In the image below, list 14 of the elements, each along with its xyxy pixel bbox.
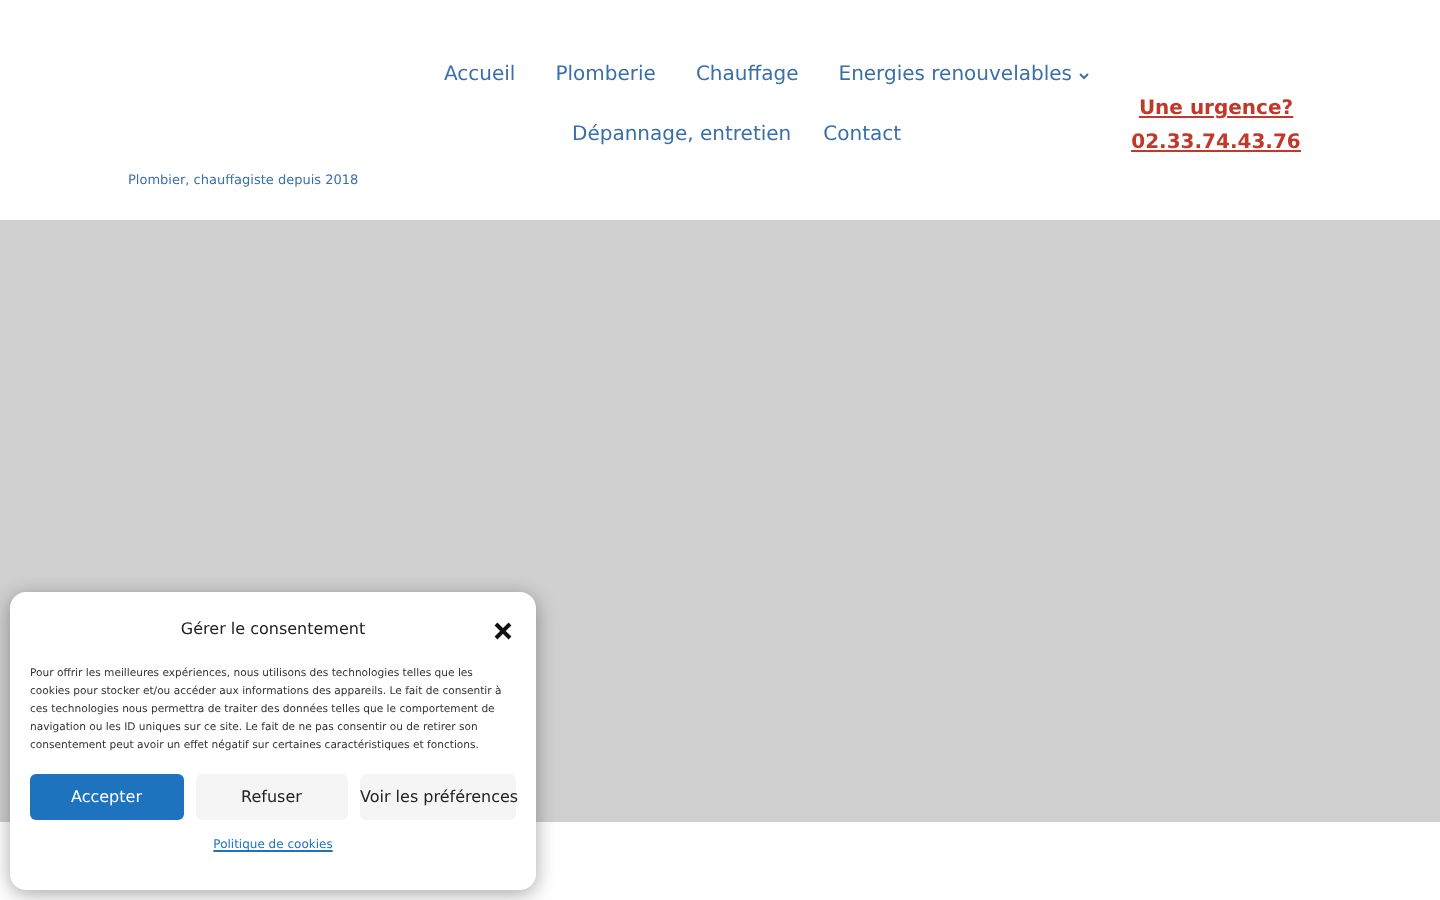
dialog-title: Gérer le consentement [180, 618, 366, 642]
close-icon[interactable] [494, 622, 512, 640]
nav-link[interactable]: Plomberie [555, 60, 656, 90]
nav-link[interactable]: Chauffage [695, 60, 799, 90]
nav-link[interactable]: Dépannage, entretien [572, 120, 792, 150]
nav-link[interactable]: Contact [823, 120, 902, 150]
nav-link[interactable]: Accueil [444, 60, 516, 90]
urgency-link[interactable]: Une urgence? [1138, 94, 1294, 124]
nav-link[interactable]: Energies renouvelables [838, 60, 1090, 90]
consent-button[interactable]: Accepter [30, 774, 183, 820]
phone-link[interactable]: 02.33.74.43.76 [1131, 128, 1301, 158]
consent-button[interactable]: Voir les préférences [360, 774, 516, 820]
consent-button[interactable]: Refuser [195, 774, 348, 820]
caret-icon [1077, 71, 1090, 79]
